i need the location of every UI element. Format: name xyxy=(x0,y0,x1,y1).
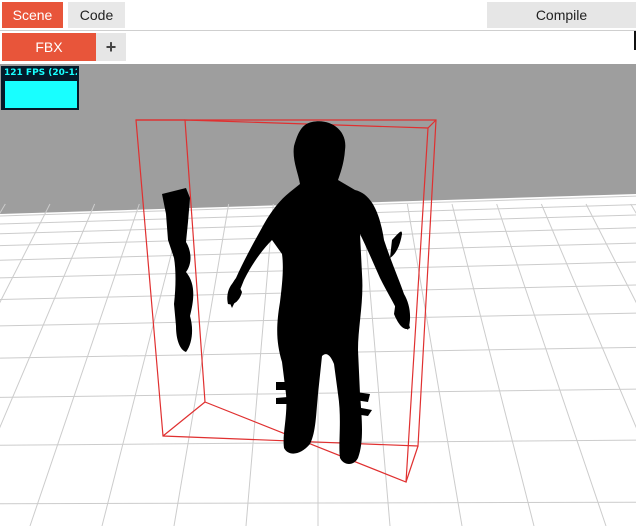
top-toolbar: Scene Code Compile xyxy=(0,0,636,30)
file-tab-fbx[interactable]: FBX xyxy=(2,33,96,61)
3d-viewport[interactable]: 121 FPS (20-121) xyxy=(0,64,636,526)
file-tabs-bar: FBX + xyxy=(0,31,636,64)
add-file-button[interactable]: + xyxy=(96,33,126,61)
fps-readout: 121 FPS (20-121) xyxy=(4,68,77,78)
tab-code[interactable]: Code xyxy=(68,2,125,28)
scene-canvas[interactable] xyxy=(0,64,636,526)
tab-scene[interactable]: Scene xyxy=(2,2,63,28)
compile-button[interactable]: Compile xyxy=(487,2,636,28)
fps-stats-panel[interactable]: 121 FPS (20-121) xyxy=(1,66,79,110)
fps-graph xyxy=(5,81,77,108)
